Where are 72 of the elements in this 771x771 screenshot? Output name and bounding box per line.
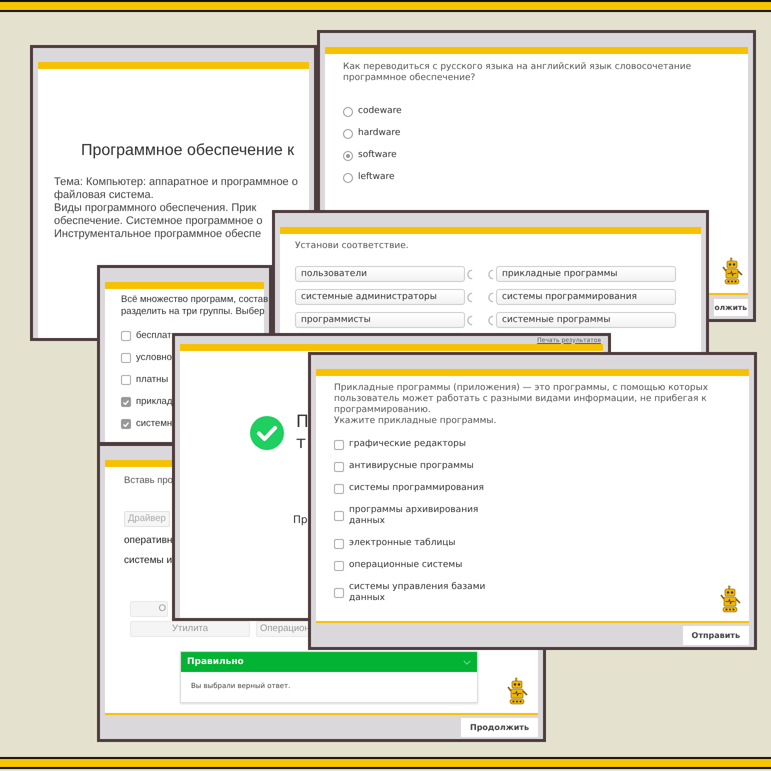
sentence-text: оперативн (124, 534, 172, 547)
radio-button[interactable] (343, 106, 353, 116)
checkmark-icon (123, 400, 129, 404)
puzzle-connector-icon (488, 268, 494, 280)
option-label: операционные системы (349, 560, 464, 571)
option-label: графические редакторы (349, 439, 467, 450)
submit-button[interactable]: Отправить (682, 626, 749, 644)
checkbox[interactable] (334, 484, 344, 494)
option-label: электронные таблицы (349, 538, 457, 549)
match-item[interactable]: программисты (295, 312, 465, 328)
puzzle-connector-icon (488, 314, 494, 326)
radio-button[interactable] (343, 128, 353, 138)
robot-icon (506, 677, 530, 707)
question-text: разделить на три группы. Выбер (121, 306, 265, 318)
checkbox[interactable] (121, 397, 131, 407)
match-item[interactable]: системы программирования (496, 289, 676, 305)
result-text: Пр (293, 514, 308, 526)
option-label: системы программирования (349, 483, 485, 494)
option-label: hardware (358, 128, 400, 139)
checkbox[interactable] (334, 560, 344, 570)
option-label: бесплат (136, 330, 172, 342)
continue-button[interactable]: Продолжить (461, 718, 538, 736)
checkbox[interactable] (121, 419, 131, 429)
checkbox[interactable] (121, 331, 131, 341)
puzzle-connector-icon (467, 314, 473, 326)
robot-icon (721, 257, 745, 287)
question-text: Укажите прикладные программы. (334, 416, 498, 427)
option-label: software (358, 150, 397, 161)
slide-text-line: Инструментальное программное обеспе (54, 228, 262, 241)
match-item[interactable]: системные администраторы (295, 289, 465, 305)
checkbox[interactable] (334, 462, 344, 472)
checkbox[interactable] (334, 588, 344, 598)
option-label: codeware (358, 106, 402, 117)
chevron-icon[interactable] (463, 660, 471, 664)
option-label: leftware (358, 172, 394, 183)
checkbox[interactable] (334, 440, 344, 450)
option-label: платны (136, 374, 168, 386)
match-item[interactable]: пользователи (295, 266, 465, 282)
match-item[interactable]: прикладные программы (496, 266, 676, 282)
checkbox[interactable] (121, 375, 131, 385)
puzzle-connector-icon (467, 292, 473, 302)
result-title: П (296, 412, 309, 433)
slide-title: Программное обеспечение к (81, 141, 294, 160)
option-label: системы управления базами данных (349, 582, 486, 604)
option-label: системн (136, 418, 172, 430)
puzzle-connector-icon (488, 292, 494, 302)
option-label: антивирусные программы (349, 461, 475, 472)
slide-text-line: обеспечение. Системное программное о (54, 215, 263, 228)
question-text: Как переводиться с русского языка на английский язык словосочетание программное обеспечение? (343, 62, 692, 84)
radio-button[interactable] (343, 172, 353, 182)
question-text: Установи соответствие. (295, 241, 410, 252)
slide-text-line: Виды программного обеспечения. Прик (54, 202, 256, 215)
checkbox[interactable] (334, 538, 344, 548)
sentence-text: системы и (124, 554, 172, 567)
slide-text-line: файловая система. (54, 189, 154, 202)
question-text: Прикладные программы (приложения) — это программы, с помощью которых пользователь может работать с разными видами информации, не прибегая к программированию. (334, 383, 710, 416)
option-label: условно (136, 352, 172, 364)
checkbox[interactable] (121, 353, 131, 363)
accent-bar (105, 460, 173, 467)
checkmark-icon (123, 422, 129, 426)
option-label: приклад (136, 396, 172, 408)
result-title: т (296, 433, 306, 454)
feedback-title: Правильно (187, 657, 244, 667)
radio-button[interactable] (343, 150, 353, 160)
slide-text-line: Тема: Компьютер: аппаратное и программное о (54, 176, 298, 189)
success-check-icon (250, 416, 284, 450)
match-item[interactable]: системные программы (496, 312, 676, 328)
puzzle-connector-icon (467, 268, 473, 280)
option-label: программы архивирования данных (349, 505, 480, 527)
question-text: Всё множество программ, состав (121, 294, 268, 306)
robot-icon (719, 585, 743, 615)
checkbox[interactable] (334, 511, 344, 521)
